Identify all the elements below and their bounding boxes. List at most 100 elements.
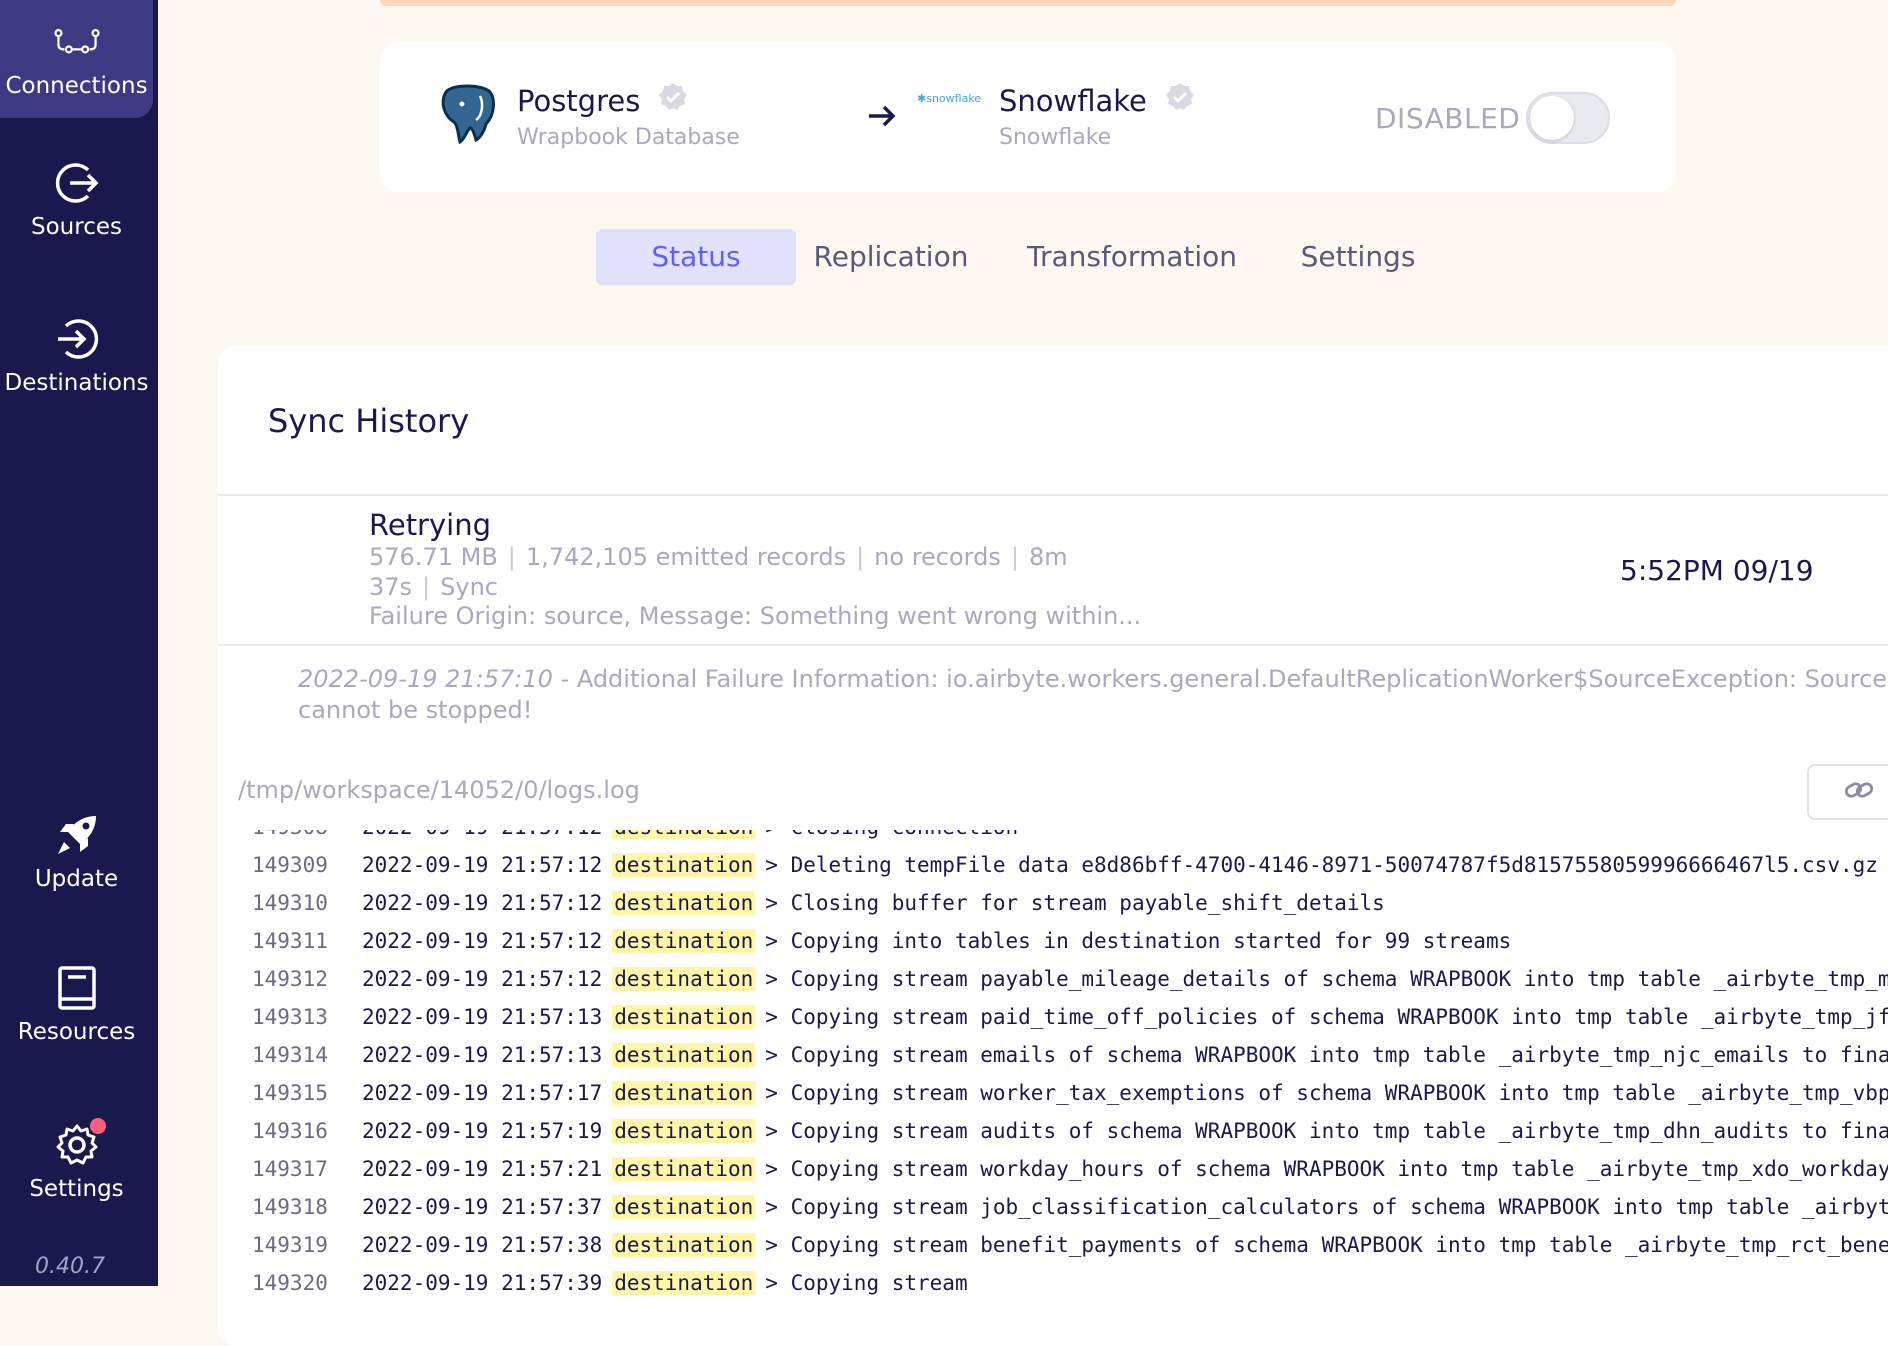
log-line-number: 149320 [252, 1271, 328, 1295]
sidebar-item-resources[interactable]: Resources [0, 945, 153, 1065]
log-line-source: destination [612, 1157, 756, 1181]
log-line-source: destination [612, 891, 756, 915]
enable-connection-toggle[interactable] [1526, 92, 1610, 144]
snowflake-icon: ✱ [917, 92, 927, 105]
log-line-source: destination [612, 1081, 756, 1105]
log-line-message: > Copying stream emails of schema WRAPBO… [765, 1043, 1888, 1067]
log-line-message: > Copying stream worker_tax_exemptions o… [765, 1081, 1888, 1105]
sidebar-item-sources[interactable]: Sources [0, 140, 153, 260]
sidebar-item-label: Resources [17, 1019, 136, 1045]
log-line-timestamp: 2022-09-19 21:57:12 [362, 929, 603, 953]
log-line: 149309 2022-09-19 21:57:12 destination > De… [218, 846, 1878, 884]
destination-info: Snowflake Snowflake [999, 82, 1195, 150]
failure-detail: 2022-09-19 21:57:10 - Additional Failure… [298, 664, 1888, 726]
sources-icon [54, 160, 100, 206]
destinations-icon [54, 316, 100, 362]
divider [218, 494, 1888, 496]
log-line: 149320 2022-09-19 21:57:39 destination > Co… [218, 1264, 968, 1302]
log-line-source: destination [612, 1233, 756, 1257]
sidebar-item-settings[interactable]: Settings [0, 1102, 153, 1222]
log-line-timestamp: 2022-09-19 21:57:12 [362, 830, 602, 846]
top-banner-strip [380, 0, 1676, 6]
tab-transformation[interactable]: Transformation [1022, 229, 1242, 285]
log-line: 149308 2022-09-19 21:57:12 destination > cl… [218, 830, 1018, 846]
run-committed: no records [874, 543, 1001, 571]
log-line-number: 149309 [252, 853, 328, 877]
arrow-right-icon [867, 100, 897, 140]
source-name: Postgres [517, 83, 641, 118]
log-line-source: destination [612, 1271, 756, 1295]
toggle-knob [1530, 96, 1574, 140]
failure-timestamp: 2022-09-19 21:57:10 [298, 665, 553, 693]
log-line-timestamp: 2022-09-19 21:57:13 [362, 1043, 603, 1067]
sidebar-item-label: Destinations [4, 370, 149, 396]
log-file-path: /tmp/workspace/14052/0/logs.log [238, 776, 640, 804]
log-line-source: destination [612, 853, 756, 877]
log-line-message: > Closing buffer for stream payable_shif… [765, 891, 1385, 915]
log-line-source: destination [612, 830, 756, 839]
sidebar-item-label: Connections [5, 73, 148, 99]
log-line: 149316 2022-09-19 21:57:19 destination > Co… [218, 1112, 1888, 1150]
log-line-number: 149318 [252, 1195, 328, 1219]
log-line-timestamp: 2022-09-19 21:57:17 [362, 1081, 603, 1105]
snowflake-logo-text: snowflake [926, 92, 982, 105]
postgres-elephant-icon [441, 84, 495, 145]
log-line-timestamp: 2022-09-19 21:57:37 [362, 1195, 603, 1219]
log-line-source: destination [612, 967, 756, 991]
sidebar: Connections Sources Destinations Update … [0, 0, 158, 1286]
log-line-timestamp: 2022-09-19 21:57:39 [362, 1271, 603, 1295]
run-status[interactable]: Retrying [369, 508, 491, 542]
log-viewer[interactable]: 149308 2022-09-19 21:57:12 destination > cl… [218, 830, 1888, 1330]
connection-status-label: DISABLED [1375, 102, 1521, 135]
book-icon [54, 965, 100, 1011]
log-line-number: 149317 [252, 1157, 328, 1181]
run-duration-seconds: 37s [369, 573, 413, 601]
tab-replication[interactable]: Replication [806, 229, 976, 285]
log-line-number: 149313 [252, 1005, 328, 1029]
app-version: 0.40.7 [35, 1254, 105, 1279]
log-line-message: > Copying stream paid_time_off_policies … [765, 1005, 1888, 1029]
sidebar-item-update[interactable]: Update [0, 792, 153, 912]
sidebar-item-label: Sources [31, 214, 122, 240]
link-icon [1844, 778, 1874, 806]
log-line-source: destination [612, 929, 756, 953]
log-line-source: destination [612, 1005, 756, 1029]
log-line: 149318 2022-09-19 21:57:37 destination > Co… [218, 1188, 1888, 1226]
log-line: 149315 2022-09-19 21:57:17 destination > Co… [218, 1074, 1888, 1112]
run-emitted: 1,742,105 emitted records [525, 543, 847, 571]
log-line-number: 149310 [252, 891, 328, 915]
log-line-number: 149311 [252, 929, 328, 953]
log-line-number: 149316 [252, 1119, 328, 1143]
sidebar-item-destinations[interactable]: Destinations [0, 296, 153, 416]
log-line-number: 149308 [218, 830, 342, 846]
log-line-number: 149314 [252, 1043, 328, 1067]
log-line-timestamp: 2022-09-19 21:57:19 [362, 1119, 603, 1143]
log-line-timestamp: 2022-09-19 21:57:38 [362, 1233, 603, 1257]
divider [218, 644, 1888, 646]
log-line-timestamp: 2022-09-19 21:57:21 [362, 1157, 603, 1181]
connection-card: Postgres Wrapbook Database ✱snowflake Sn… [380, 42, 1676, 192]
tab-settings[interactable]: Settings [1296, 229, 1420, 285]
log-line-message: > Copying into tables in destination sta… [765, 929, 1512, 953]
sidebar-item-connections[interactable]: Connections [0, 0, 153, 118]
destination-subtitle: Snowflake [999, 125, 1112, 150]
sidebar-item-label: Settings [29, 1176, 124, 1202]
log-line: 149314 2022-09-19 21:57:13 destination > Co… [218, 1036, 1888, 1074]
sidebar-item-label: Update [34, 866, 119, 892]
copy-log-link-button[interactable] [1807, 764, 1888, 820]
log-line-message: > closing connection [765, 830, 1018, 839]
run-size: 576.71 MB [369, 543, 498, 571]
log-line-message: > Deleting tempFile data e8d86bff-4700-4… [765, 853, 1878, 877]
log-line-timestamp: 2022-09-19 21:57:13 [362, 1005, 603, 1029]
rocket-icon [54, 812, 100, 858]
sync-history-card: Sync History Retrying 576.71 MB | 1,742,10… [218, 346, 1888, 1346]
source-logo [436, 82, 498, 150]
log-line-message: > Copying stream [765, 1271, 968, 1295]
source-info: Postgres Wrapbook Database [517, 82, 740, 150]
tab-status[interactable]: Status [596, 229, 796, 285]
log-line-source: destination [612, 1043, 756, 1067]
log-line-message: > Copying stream benefit_payments of sch… [765, 1233, 1888, 1257]
destination-name: Snowflake [999, 83, 1147, 118]
log-line-timestamp: 2022-09-19 21:57:12 [362, 853, 603, 877]
log-line-message: > Copying stream workday_hours of schema… [765, 1157, 1888, 1181]
